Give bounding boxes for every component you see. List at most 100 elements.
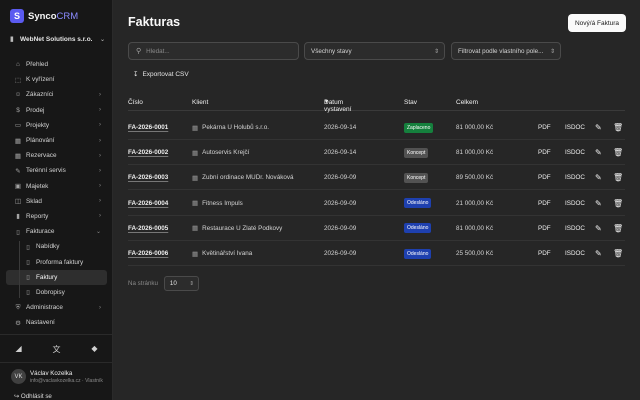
sidebar-item-label: Reporty [26,212,49,220]
brand[interactable]: S SyncoCRM [10,9,78,23]
isdoc-button[interactable]: ISDOC [565,225,585,232]
sidebar-item[interactable]: ◫ Sklad › [6,194,107,209]
invoice-number-link[interactable]: FA-2026-0004 [128,200,168,207]
invoice-number-link[interactable]: FA-2026-0003 [128,174,168,181]
search-input[interactable] [146,47,287,55]
trash-icon[interactable]: 🗑 [613,173,623,182]
edit-icon[interactable]: ✎ [595,123,602,132]
search-box[interactable]: ⚲ [128,42,299,60]
trash-icon[interactable]: 🗑 [613,249,623,258]
client-name[interactable]: Restaurace U Zlaté Podkovy [202,225,282,232]
sidebar-item[interactable]: ▦ Rezervace › [6,148,107,163]
sidebar-item[interactable]: ⌂ Přehled [6,57,107,72]
sidebar-item[interactable]: $ Prodej › [6,103,107,118]
sidebar-item[interactable]: ▣ Majetek › [6,179,107,194]
sidebar-divider [0,334,113,335]
sidebar-item[interactable]: ▯ Faktury [6,269,107,285]
trash-icon[interactable]: 🗑 [613,148,623,157]
brand-name: SyncoCRM [28,11,78,22]
edit-icon[interactable]: ✎ [595,249,602,258]
pdf-button[interactable]: PDF [538,174,551,181]
col-status[interactable]: Stav [404,99,417,106]
issue-date: 2026-09-14 [324,124,357,131]
sidebar-item[interactable]: ▯ Fakturace ⌄ [6,224,107,239]
invoice-number-link[interactable]: FA-2026-0001 [128,124,168,131]
building-icon: ▦ [192,200,199,208]
invoice-number-link[interactable]: FA-2026-0002 [128,149,168,156]
sidebar-item[interactable]: ▯ Proforma faktury [6,254,107,269]
edit-icon[interactable]: ✎ [595,173,602,182]
sidebar-item-label: Majetek [26,182,49,190]
isdoc-button[interactable]: ISDOC [565,149,585,156]
user-name: Václav Kozelka [30,369,73,377]
edit-icon[interactable]: ✎ [595,224,602,233]
sidebar-item[interactable]: ▯ Dobropisy [6,285,107,300]
total-amount: 81 000,00 Kč [456,224,494,232]
building-icon: ▦ [192,250,199,258]
new-invoice-button[interactable]: Nový/á Faktura [568,14,626,32]
client-name[interactable]: Fitness Impuls [202,200,243,207]
bell-icon[interactable]: ◆ [91,344,97,355]
chart-icon: ▮ [16,213,20,221]
file-icon: ▯ [16,228,20,236]
translate-icon[interactable]: 文 [52,344,60,355]
sidebar-item[interactable]: ⬚ K vyřízení [6,72,107,87]
table-row[interactable]: FA-2026-0004 ▦ Fitness Impuls 2026-09-09 Ode… [128,191,625,216]
sidebar-item[interactable]: ⛨ Administrace › [6,300,107,315]
client-name[interactable]: Autoservis Krejčí [202,149,249,156]
sidebar-item-label: Rezervace [26,152,57,160]
col-total[interactable]: Celkem [456,99,478,106]
client-name[interactable]: Zubní ordinace MUDr. Nováková [202,174,293,181]
sidebar-item[interactable]: ▯ Nabídky [6,239,107,254]
isdoc-button[interactable]: ISDOC [565,124,585,131]
pdf-button[interactable]: PDF [538,124,551,131]
sidebar-item[interactable]: ☺ Zákazníci › [6,87,107,102]
sidebar-item[interactable]: ▦ Plánování › [6,133,107,148]
isdoc-button[interactable]: ISDOC [565,200,585,207]
status-badge: Odesláno [404,198,432,209]
sidebar-item[interactable]: ⚙ Nastavení [6,315,107,330]
chevron-right-icon: › [99,152,101,159]
invoice-number-link[interactable]: FA-2026-0006 [128,250,168,257]
trash-icon[interactable]: 🗑 [613,224,623,233]
table-row[interactable]: FA-2026-0006 ▦ Květinářství Ivana 2026-09-0… [128,241,625,266]
sidebar-item[interactable]: ▭ Projekty › [6,118,107,133]
col-number[interactable]: Číslo [128,99,143,106]
company-switcher[interactable]: ▮ WebNet Solutions s.r.o. ⌄ [10,35,105,44]
edit-icon[interactable]: ✎ [595,199,602,208]
table-row[interactable]: FA-2026-0003 ▦ Zubní ordinace MUDr. Nováko… [128,165,625,191]
table-row[interactable]: FA-2026-0005 ▦ Restaurace U Zlaté Podkovy 2… [128,216,625,241]
client-name[interactable]: Pekárna U Holubů s.r.o. [202,124,269,131]
isdoc-button[interactable]: ISDOC [565,250,585,257]
table-row[interactable]: FA-2026-0001 ▦ Pekárna U Holubů s.r.o. 2026… [128,115,625,140]
logout-link[interactable]: ↪ Odhlásit se [14,393,52,400]
sidebar-item[interactable]: ✎ Terénní servis › [6,163,107,178]
page-size-select[interactable]: 10 ⇕ [163,276,199,291]
isdoc-button[interactable]: ISDOC [565,174,585,181]
trash-icon[interactable]: 🗑 [613,123,623,132]
brand-name-a: Synco [28,10,57,22]
status-filter-select[interactable]: Všechny stavy ⇕ [304,42,445,60]
edit-icon[interactable]: ✎ [595,148,602,157]
pdf-button[interactable]: PDF [538,149,551,156]
col-client[interactable]: Klient [192,99,208,106]
client-name[interactable]: Květinářství Ivana [202,250,252,257]
dollar-icon: $ [16,106,20,114]
export-csv-button[interactable]: ↧ Exportovat CSV [133,70,189,79]
invoice-number-link[interactable]: FA-2026-0005 [128,225,168,232]
trash-icon[interactable]: 🗑 [613,199,623,208]
pdf-button[interactable]: PDF [538,200,551,207]
pdf-button[interactable]: PDF [538,250,551,257]
custom-field-filter-select[interactable]: Filtrovat podle vlastního pole... ⇕ [451,42,561,60]
sidebar-item-label: Přehled [26,61,49,69]
table-row[interactable]: FA-2026-0002 ▦ Autoservis Krejčí 2026-09-14… [128,140,625,166]
user-card[interactable]: VK Václav Kozelka info@vaclavkozelka.cz … [11,369,103,384]
sidebar-item-label: Fakturace [26,228,55,236]
gear-icon: ⚙ [15,319,21,327]
issue-date: 2026-09-09 [324,224,357,232]
pdf-button[interactable]: PDF [538,225,551,232]
logo-icon[interactable]: ◢ [15,344,21,355]
page-size-label: Na stránku [128,280,158,287]
building-icon: ▦ [192,174,199,182]
sidebar-item[interactable]: ▮ Reporty › [6,209,107,224]
